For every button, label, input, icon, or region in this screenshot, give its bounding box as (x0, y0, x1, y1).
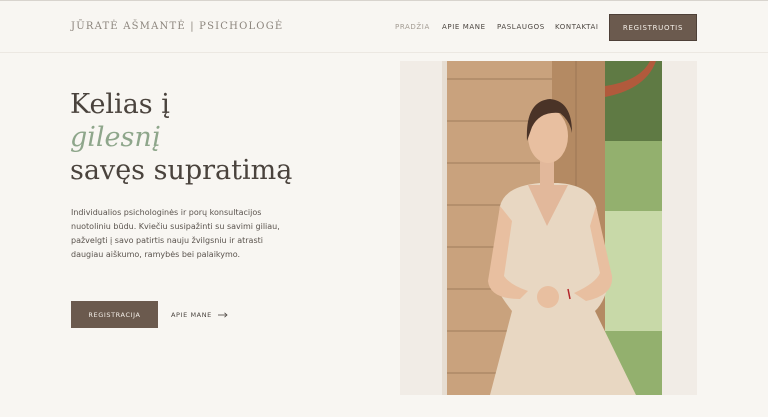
nav-item-services[interactable]: PASLAUGOS (497, 23, 545, 31)
registration-button[interactable]: REGISTRACIJA (71, 301, 158, 328)
title-accent: gilesnį (70, 122, 161, 153)
nav-item-contacts[interactable]: KONTAKTAI (555, 23, 599, 31)
title-line-3: savęs supratimą (70, 155, 293, 186)
arrow-right-icon (217, 312, 228, 318)
hero-description: Individualios psichologinės ir porų kons… (71, 208, 280, 259)
about-link-label: APIE MANE (171, 311, 212, 319)
site-header: JŪRATĖ AŠMANTĖ | PSICHOLOGĖ PRADŽIA APIE… (0, 1, 768, 53)
nav-item-about[interactable]: APIE MANE (442, 23, 486, 31)
nav-item-home[interactable]: PRADŽIA (395, 23, 430, 31)
register-button[interactable]: REGISTRUOTIS (609, 14, 697, 41)
about-link[interactable]: APIE MANE (171, 311, 228, 319)
hero-photo (400, 61, 697, 395)
portrait-illustration (400, 61, 697, 395)
title-line-1: Kelias į (70, 89, 170, 120)
hero-title: Kelias į gilesnį savęs supratimą (70, 88, 292, 187)
